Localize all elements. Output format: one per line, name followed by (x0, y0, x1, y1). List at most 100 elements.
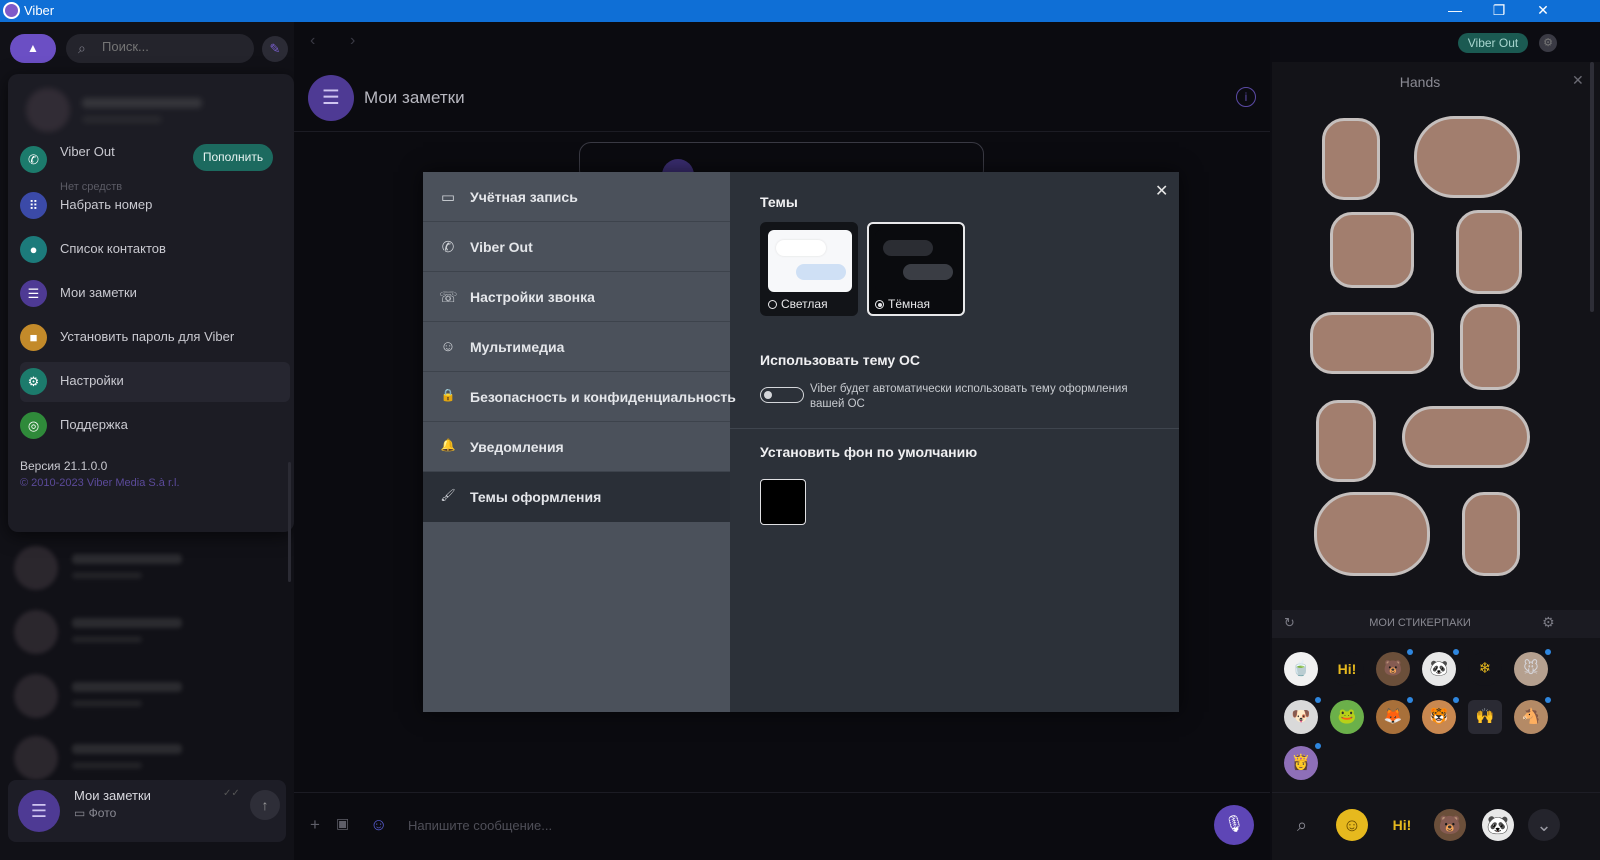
pack-snow[interactable]: ❄ (1468, 652, 1502, 686)
avatar (26, 88, 70, 132)
viber-out-button[interactable]: Viber Out (1458, 33, 1528, 53)
menu-item-contacts[interactable]: ● Список контактов (20, 230, 290, 270)
chat-title: Мои заметки (364, 88, 465, 107)
sticker-icon[interactable]: ☺ (370, 815, 387, 835)
sticker-middle-finger[interactable] (1456, 210, 1522, 294)
list-item[interactable] (14, 732, 274, 784)
chat-item-my-notes[interactable]: ☰ Мои заметки ▭ Фото ✓✓ ↑ (8, 780, 286, 842)
pack-fox[interactable]: 🦊 (1376, 697, 1413, 734)
pack-mouse[interactable]: 🐭 (1514, 649, 1551, 686)
back-arrow-icon[interactable]: ‹ (310, 32, 315, 50)
list-item[interactable] (14, 606, 274, 658)
os-theme-toggle[interactable] (760, 387, 804, 403)
emoji-icon[interactable]: ☺ (1336, 809, 1368, 841)
support-icon: ◎ (20, 412, 47, 439)
settings-item-calls[interactable]: ☏ Настройки звонка (423, 272, 730, 322)
chat-name: Мои заметки (74, 788, 151, 803)
sticker-thumbs-up[interactable] (1460, 304, 1520, 390)
list-item[interactable] (14, 542, 274, 594)
pack-hi-icon[interactable]: Hi! (1386, 809, 1418, 841)
settings-item-notifications[interactable]: 🔔 Уведомления (423, 422, 730, 472)
sticker-fist[interactable] (1414, 116, 1520, 198)
sticker-peace-hand[interactable] (1322, 118, 1380, 200)
pack-tiger[interactable]: 🐯 (1422, 697, 1459, 734)
close-icon[interactable]: ✕ (1572, 72, 1584, 89)
list-item[interactable] (14, 670, 274, 722)
settings-item-label: Настройки звонка (470, 289, 595, 305)
message-input[interactable]: Напишите сообщение... (408, 818, 552, 833)
gif-icon[interactable]: ▣ (336, 815, 349, 832)
default-bg-title: Установить фон по умолчанию (760, 444, 978, 460)
radio-dark[interactable] (875, 300, 884, 309)
close-window-button[interactable]: ✕ (1520, 0, 1566, 22)
maximize-button[interactable]: ❐ (1476, 0, 1522, 22)
radio-light[interactable] (768, 300, 777, 309)
gear-icon[interactable]: ⚙ (1539, 34, 1557, 52)
info-icon: i (1244, 90, 1248, 104)
sticker-praying-hands[interactable] (1330, 212, 1414, 288)
pack-bear-icon[interactable]: 🐻 (1434, 809, 1466, 841)
sticker-bottom-bar: ⌕ ☺ Hi! 🐻 🐼 ⌄ (1272, 792, 1600, 860)
pack-tea[interactable]: 🍵 (1284, 652, 1318, 686)
scroll-to-top-button[interactable]: ↑ (250, 790, 280, 820)
contacts-icon: ● (20, 236, 47, 263)
menu-item-passcode[interactable]: ■ Установить пароль для Viber (20, 318, 290, 358)
default-background-swatch[interactable] (760, 479, 806, 525)
pack-hi[interactable]: Hi! (1330, 652, 1364, 686)
left-panel: ▲ ⌕ ✎ ✆ Viber Out Нет средств Пополнить … (0, 22, 294, 860)
search-input[interactable] (102, 39, 242, 54)
menu-item-notes[interactable]: ☰ Мои заметки (20, 274, 290, 314)
settings-item-privacy[interactable]: 🔒 Безопасность и конфиденциальность (423, 372, 736, 422)
menu-item-dial[interactable]: ⠿ Набрать номер (20, 186, 290, 226)
toggle-knob (764, 391, 772, 399)
chat-list-scrollbar[interactable] (288, 462, 291, 582)
search-icon: ⌕ (78, 40, 86, 56)
settings-item-account[interactable]: ▭ Учётная запись (423, 172, 730, 222)
close-dialog-button[interactable]: ✕ (1155, 181, 1168, 201)
pack-dog[interactable]: 🐶 (1284, 697, 1321, 734)
chevron-up-icon: ▲ (27, 41, 39, 55)
stickerpacks-label: МОИ СТИКЕРПАКИ (1369, 617, 1471, 629)
theme-option-light[interactable]: Светлая (760, 222, 858, 316)
pack-bear[interactable]: 🐻 (1376, 649, 1413, 686)
dialpad-icon: ⠿ (20, 192, 47, 219)
sticker-scrollbar[interactable] (1590, 62, 1594, 312)
topup-button[interactable]: Пополнить (193, 144, 273, 171)
read-check-icon: ✓✓ (223, 788, 240, 799)
window-titlebar: Viber — ❐ ✕ (0, 0, 1600, 22)
account-icon: ▭ (440, 189, 456, 206)
search-icon[interactable]: ⌕ (1286, 809, 1318, 841)
plus-icon[interactable]: + (310, 815, 320, 835)
pack-panda[interactable]: 🐼 (1422, 649, 1459, 686)
pack-panda-icon[interactable]: 🐼 (1482, 809, 1514, 841)
theme-option-dark[interactable]: Тёмная (867, 222, 965, 316)
sticker-pointing-left[interactable] (1310, 312, 1434, 374)
menu-item-support[interactable]: ◎ Поддержка (20, 406, 290, 446)
sticker-ok-hand[interactable] (1462, 492, 1520, 576)
pack-princess[interactable]: 👸 (1284, 743, 1321, 780)
minimize-button[interactable]: — (1432, 0, 1478, 22)
gear-icon[interactable]: ⚙ (1542, 614, 1555, 631)
settings-item-themes[interactable]: 🖌 Темы оформления (423, 472, 730, 522)
microphone-button[interactable]: 🎙 (1214, 805, 1254, 845)
my-stickerpacks-bar: ↻ МОИ СТИКЕРПАКИ ⚙ (1272, 610, 1600, 638)
more-menu-button[interactable]: ▲ (10, 34, 56, 63)
sticker-thumbs-down[interactable] (1316, 400, 1376, 482)
settings-item-media[interactable]: ☺ Мультимедиа (423, 322, 730, 372)
pack-horse[interactable]: 🐴 (1514, 697, 1551, 734)
chevron-down-icon[interactable]: ⌄ (1528, 809, 1560, 841)
pack-frog[interactable]: 🐸 (1330, 700, 1364, 734)
sticker-pointing-right[interactable] (1402, 406, 1530, 468)
info-button[interactable]: i (1236, 87, 1256, 107)
settings-item-viber-out[interactable]: ✆ Viber Out (423, 222, 730, 272)
menu-item-settings[interactable]: ⚙ Настройки (20, 362, 290, 402)
menu-item-label: Настройки (60, 373, 124, 388)
profile-summary[interactable] (22, 84, 272, 136)
sticker-heart-hands[interactable] (1314, 492, 1430, 576)
brush-icon: 🖌 (440, 488, 456, 502)
forward-arrow-icon[interactable]: › (350, 32, 355, 50)
search-box[interactable]: ⌕ (66, 34, 254, 63)
pack-hands[interactable]: 🙌 (1468, 700, 1502, 734)
new-chat-button[interactable]: ✎ (262, 36, 288, 62)
app-version: Версия 21.1.0.0 (20, 459, 108, 473)
